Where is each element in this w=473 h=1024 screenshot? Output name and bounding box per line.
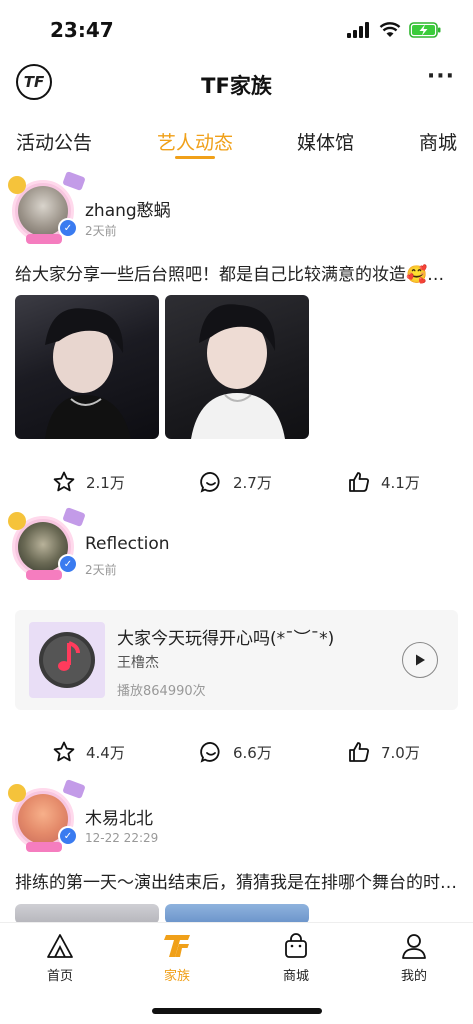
avatar[interactable]: ✓: [8, 507, 86, 580]
post-text[interactable]: 排练的第一天～演出结束后，猜猜我是在排哪个舞台的时…: [15, 868, 458, 893]
battery-charging-icon: [409, 22, 441, 38]
nav-profile-label: 我的: [400, 969, 427, 984]
tab-shop[interactable]: 商城: [419, 128, 457, 155]
post-photo[interactable]: [15, 295, 159, 439]
signal-icon: [347, 22, 369, 38]
comment-icon: [200, 472, 220, 493]
page-title: TF家族: [201, 74, 272, 98]
avatar-decoration: [8, 784, 26, 802]
status-bar: 23:47: [0, 0, 473, 60]
post-text[interactable]: 给大家分享一些后台照吧！都是自己比较满意的妆造🥰…: [15, 260, 458, 285]
thumbs-up-icon: [349, 742, 369, 762]
avatar-decoration: [62, 507, 86, 527]
nav-shop-label: 商城: [282, 969, 309, 984]
photo-portrait: [45, 308, 131, 439]
active-tab-indicator: [175, 156, 215, 159]
music-cover: [29, 622, 105, 698]
nav-profile[interactable]: 我的: [374, 931, 454, 984]
music-title: 大家今天玩得开心吗(*¯︶¯*): [117, 629, 335, 649]
verified-badge-icon: ✓: [58, 826, 78, 846]
home-indicator[interactable]: [152, 1008, 322, 1014]
play-button[interactable]: [402, 642, 438, 678]
like-button[interactable]: 4.1万: [347, 470, 420, 494]
photo-portrait: [191, 304, 285, 439]
avatar-decoration: [8, 176, 26, 194]
thumbs-up-icon: [349, 472, 369, 492]
music-card[interactable]: 大家今天玩得开心吗(*¯︶¯*) 王橹杰 播放864990次: [15, 610, 458, 710]
category-tabs: 活动公告 艺人动态 媒体馆 商城: [0, 124, 473, 164]
tab-announcements[interactable]: 活动公告: [16, 128, 92, 155]
shopping-bag-icon: [285, 933, 307, 958]
verified-badge-icon: ✓: [58, 218, 78, 238]
like-count: 4.1万: [381, 473, 420, 492]
post-photo[interactable]: [165, 904, 309, 924]
nav-family[interactable]: 家族: [137, 931, 217, 984]
verified-badge-icon: ✓: [58, 554, 78, 574]
post-time: 2天前: [85, 224, 117, 238]
avatar-decoration: [62, 779, 86, 799]
tab-artist-updates[interactable]: 艺人动态: [157, 128, 233, 155]
like-count: 7.0万: [381, 743, 420, 762]
more-dots-icon: ···: [426, 64, 455, 89]
post-photo[interactable]: [165, 295, 309, 439]
comment-button[interactable]: 6.6万: [199, 740, 272, 764]
more-menu-button[interactable]: ···: [427, 64, 455, 89]
favorite-count: 2.1万: [86, 473, 125, 492]
avatar[interactable]: ✓: [8, 171, 86, 244]
star-icon: [53, 471, 75, 492]
home-mountain-icon: [47, 934, 73, 958]
status-icons: [347, 22, 441, 38]
favorite-button[interactable]: 2.1万: [52, 470, 125, 494]
tf-logo-icon: [164, 935, 190, 957]
comment-count: 2.7万: [233, 473, 272, 492]
comment-button[interactable]: 2.7万: [199, 470, 272, 494]
nav-home[interactable]: 首页: [20, 931, 100, 984]
avatar-decoration: [26, 234, 62, 244]
avatar-decoration: [62, 171, 86, 191]
person-icon: [402, 934, 426, 959]
post-username[interactable]: zhang憨蜗: [85, 196, 171, 221]
avatar-decoration: [26, 842, 62, 852]
avatar[interactable]: ✓: [8, 779, 86, 852]
tab-media[interactable]: 媒体馆: [297, 128, 354, 155]
avatar-decoration: [8, 512, 26, 530]
post-photo[interactable]: [15, 904, 159, 924]
play-icon: [416, 654, 425, 666]
post-time: 12-22 22:29: [85, 831, 159, 845]
favorite-button[interactable]: 4.4万: [52, 740, 125, 764]
nav-family-label: 家族: [163, 969, 190, 984]
post-username[interactable]: 木易北北: [85, 804, 153, 829]
comment-icon: [200, 742, 220, 763]
post-username[interactable]: Reflection: [85, 534, 170, 554]
music-note-icon: [39, 632, 95, 688]
music-artist: 王橹杰: [117, 655, 159, 671]
favorite-count: 4.4万: [86, 743, 125, 762]
like-button[interactable]: 7.0万: [347, 740, 420, 764]
nav-home-label: 首页: [46, 969, 73, 984]
post-time: 2天前: [85, 563, 117, 577]
star-icon: [53, 741, 75, 762]
wifi-icon: [379, 22, 401, 37]
app-header: TF TF家族 ···: [0, 60, 473, 110]
avatar-decoration: [26, 570, 62, 580]
status-time: 23:47: [50, 18, 114, 42]
comment-count: 6.6万: [233, 743, 272, 762]
nav-shop[interactable]: 商城: [256, 931, 336, 984]
music-play-count: 播放864990次: [117, 684, 206, 699]
